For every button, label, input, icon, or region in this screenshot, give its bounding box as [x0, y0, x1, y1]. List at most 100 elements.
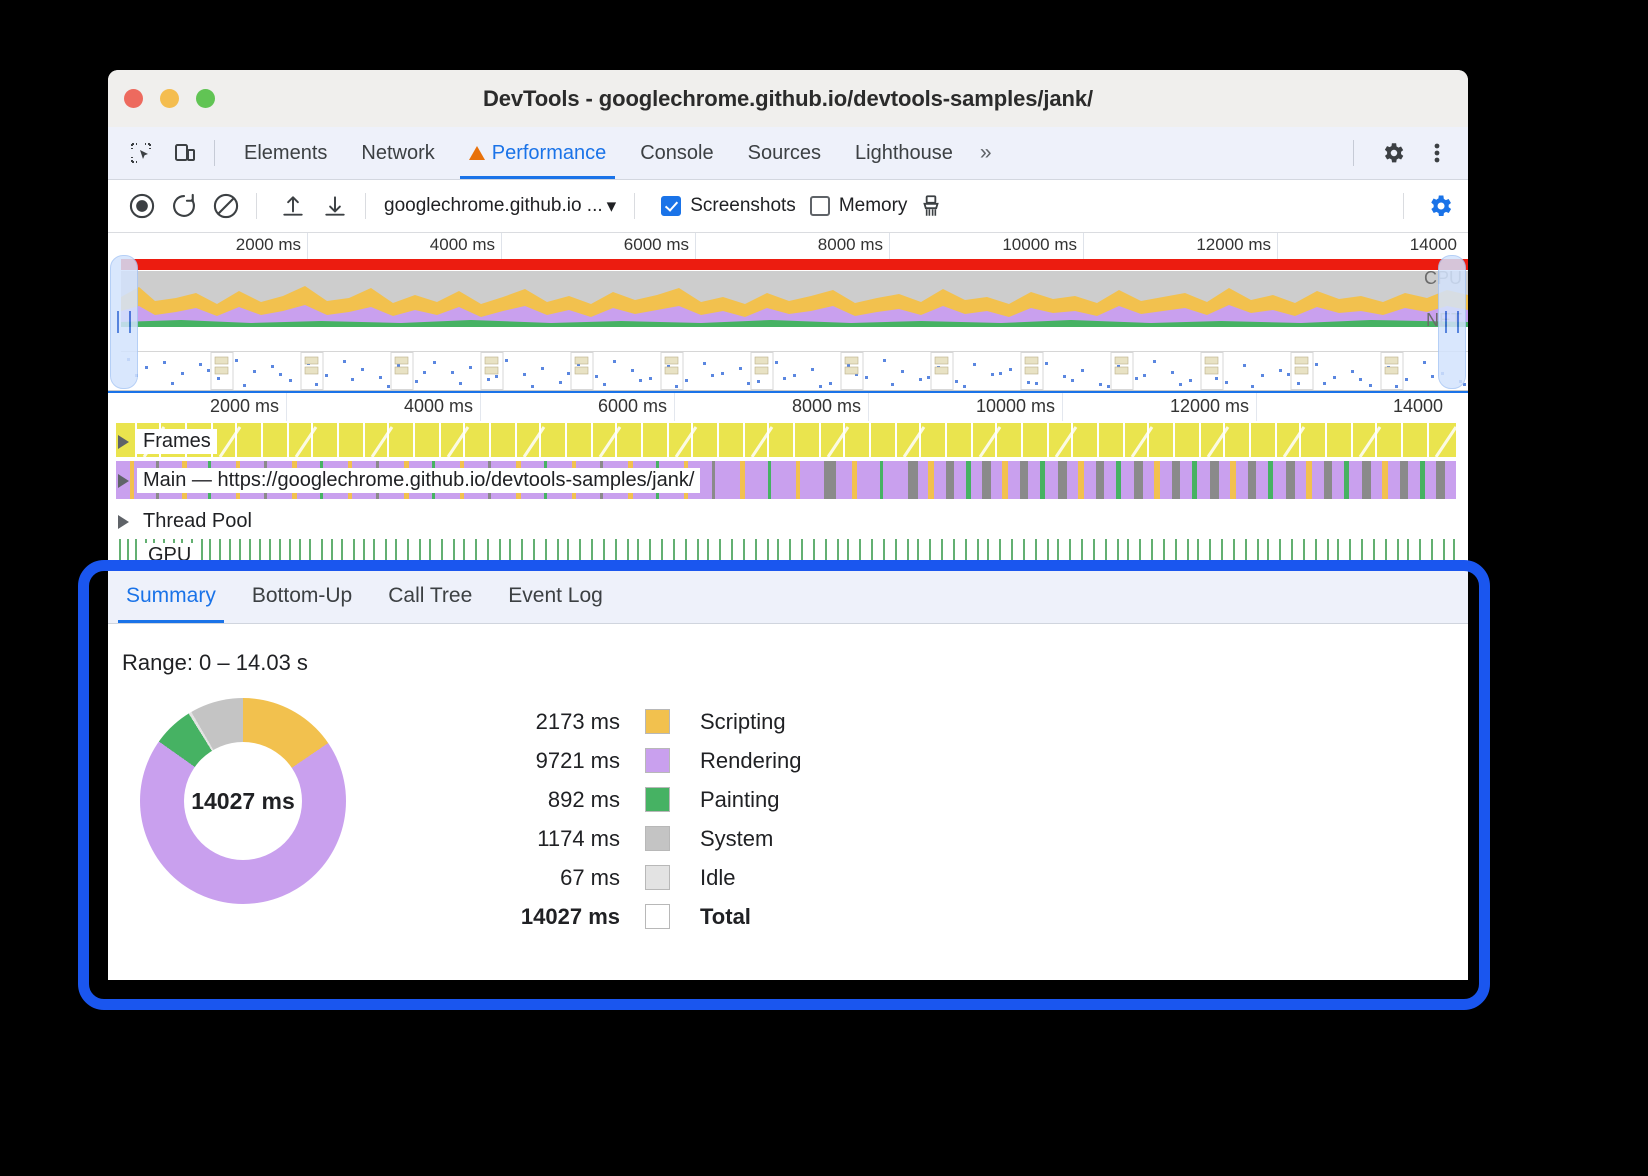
overview-tick: 4000 ms: [430, 235, 501, 255]
tab-network-label: Network: [361, 142, 434, 165]
legend-label: Total: [700, 904, 751, 930]
toolbar-divider-1: [256, 193, 257, 219]
device-toolbar-icon[interactable]: [168, 136, 202, 170]
tracks-tick: 8000 ms: [792, 396, 868, 417]
window-title: DevTools - googlechrome.github.io/devtoo…: [108, 86, 1468, 112]
tabbar-divider: [214, 140, 215, 166]
tab-sources[interactable]: Sources: [731, 127, 838, 179]
legend-row-system[interactable]: 1174 ms System: [470, 819, 802, 858]
garbage-collect-icon[interactable]: [913, 188, 949, 224]
panel-tabs: Elements Network Performance Console Sou…: [227, 127, 1002, 179]
activity-legend: 2173 ms Scripting 9721 ms Rendering 892 …: [470, 702, 802, 936]
download-icon[interactable]: [317, 188, 353, 224]
tab-bottom-up[interactable]: Bottom-Up: [234, 584, 370, 623]
reload-record-icon[interactable]: [166, 188, 202, 224]
track-thread-pool[interactable]: Thread Pool: [108, 503, 1468, 539]
target-select[interactable]: googlechrome.github.io ... ▾: [378, 195, 622, 218]
upload-icon[interactable]: [275, 188, 311, 224]
range-label: Range: 0 – 14.03 s: [122, 650, 1468, 676]
window-titlebar: DevTools - googlechrome.github.io/devtoo…: [108, 70, 1468, 127]
legend-swatch-painting: [645, 787, 670, 812]
memory-label: Memory: [839, 195, 908, 217]
timeline-overview[interactable]: 2000 ms 4000 ms 6000 ms 8000 ms 10000 ms…: [108, 233, 1468, 391]
tab-event-log-label: Event Log: [508, 584, 603, 607]
overview-spacer: [121, 334, 1468, 350]
legend-row-total: 14027 ms Total: [470, 897, 802, 936]
tracks-tick: 2000 ms: [210, 396, 286, 417]
legend-row-rendering[interactable]: 9721 ms Rendering: [470, 741, 802, 780]
tab-summary[interactable]: Summary: [108, 584, 234, 623]
track-gpu-label: GPU: [142, 543, 197, 568]
more-vertical-icon[interactable]: [1420, 136, 1454, 170]
tab-lighthouse[interactable]: Lighthouse: [838, 127, 970, 179]
tab-sources-label: Sources: [748, 142, 821, 165]
legend-value: 1174 ms: [470, 826, 645, 852]
details-panel: Summary Bottom-Up Call Tree Event Log Ra…: [108, 563, 1468, 980]
screenshots-checkbox[interactable]: Screenshots: [661, 195, 796, 217]
legend-value: 2173 ms: [470, 709, 645, 735]
track-thread-pool-label-group[interactable]: Thread Pool: [118, 509, 258, 534]
legend-value: 9721 ms: [470, 748, 645, 774]
track-gpu-label-group[interactable]: GPU: [142, 543, 197, 568]
track-main-label-group[interactable]: Main — https://googlechrome.github.io/de…: [118, 468, 700, 493]
donut-center-label: 14027 ms: [184, 742, 302, 860]
track-thread-pool-label: Thread Pool: [137, 509, 258, 534]
tab-performance-label: Performance: [492, 142, 607, 165]
capture-settings-gear-icon[interactable]: [1422, 188, 1458, 224]
screenshot-filmstrip[interactable]: [121, 351, 1468, 391]
expand-arrow-icon[interactable]: [118, 435, 129, 449]
track-main-label: Main — https://googlechrome.github.io/de…: [137, 468, 700, 493]
legend-value: 14027 ms: [470, 904, 645, 930]
track-frames[interactable]: Frames: [108, 421, 1468, 459]
summary-content: 14027 ms 2173 ms Scripting 9721 ms Rende…: [122, 698, 1468, 936]
tab-call-tree[interactable]: Call Tree: [370, 584, 490, 623]
memory-checkbox[interactable]: Memory: [810, 195, 908, 217]
legend-label: Painting: [700, 787, 780, 813]
legend-label: Rendering: [700, 748, 802, 774]
track-main[interactable]: Main — https://googlechrome.github.io/de…: [108, 461, 1468, 499]
inspect-icon[interactable]: [124, 136, 158, 170]
overview-window-right-handle[interactable]: [1438, 255, 1466, 389]
timeline-tracks[interactable]: 2000 ms 4000 ms 6000 ms 8000 ms 10000 ms…: [108, 391, 1468, 568]
legend-swatch-scripting: [645, 709, 670, 734]
record-icon[interactable]: [124, 188, 160, 224]
clear-icon[interactable]: [208, 188, 244, 224]
screenshots-label: Screenshots: [690, 195, 796, 217]
toolbar-right-actions: [1391, 188, 1468, 224]
tab-console[interactable]: Console: [623, 127, 730, 179]
tracks-ruler: 2000 ms 4000 ms 6000 ms 8000 ms 10000 ms…: [108, 393, 1468, 421]
tracks-tick: 12000 ms: [1170, 396, 1256, 417]
legend-value: 67 ms: [470, 865, 645, 891]
tab-network[interactable]: Network: [344, 127, 451, 179]
legend-value: 892 ms: [470, 787, 645, 813]
overview-tick: 8000 ms: [818, 235, 889, 255]
legend-row-painting[interactable]: 892 ms Painting: [470, 780, 802, 819]
performance-toolbar: googlechrome.github.io ... ▾ Screenshots…: [108, 180, 1468, 233]
overview-window-left-handle[interactable]: [110, 255, 138, 389]
toolbar-divider-3: [634, 193, 635, 219]
tab-elements[interactable]: Elements: [227, 127, 344, 179]
tab-summary-label: Summary: [126, 584, 216, 607]
settings-gear-icon[interactable]: [1376, 136, 1410, 170]
summary-view: Range: 0 – 14.03 s 14027 ms 2173 ms Scri…: [108, 624, 1468, 936]
tab-event-log[interactable]: Event Log: [490, 584, 621, 623]
tab-performance[interactable]: Performance: [452, 127, 624, 179]
expand-arrow-icon[interactable]: [118, 515, 129, 529]
activity-donut-chart[interactable]: 14027 ms: [140, 698, 370, 928]
more-tabs-icon[interactable]: »: [970, 141, 1002, 165]
legend-swatch-idle: [645, 865, 670, 890]
network-overview-band: [121, 259, 1468, 270]
overview-tick: 12000 ms: [1196, 235, 1277, 255]
screenshots-checkbox-box[interactable]: [661, 196, 681, 216]
overview-tick: 2000 ms: [236, 235, 307, 255]
toolbar-divider-2: [365, 193, 366, 219]
legend-label: System: [700, 826, 773, 852]
memory-checkbox-box[interactable]: [810, 196, 830, 216]
expand-arrow-icon[interactable]: [118, 474, 129, 488]
legend-row-scripting[interactable]: 2173 ms Scripting: [470, 702, 802, 741]
track-frames-label-group[interactable]: Frames: [118, 429, 217, 454]
legend-row-idle[interactable]: 67 ms Idle: [470, 858, 802, 897]
track-frames-label: Frames: [137, 429, 217, 454]
screenshot-root: DevTools - googlechrome.github.io/devtoo…: [0, 0, 1648, 1176]
legend-swatch-total: [645, 904, 670, 929]
